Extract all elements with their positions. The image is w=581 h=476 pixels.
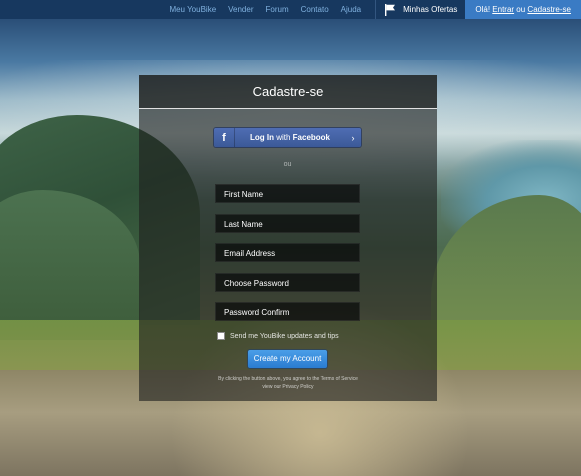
email-field[interactable]: Email Address [215,243,360,262]
login-link[interactable]: Entrar [492,5,514,14]
facebook-icon: f [214,128,235,147]
terms-notice: By clicking the button above, you agree … [159,375,417,391]
facebook-login-label: Log In with Facebook [235,133,345,142]
newsletter-option: Send me YouBike updates and tips [217,332,339,340]
password-field[interactable]: Choose Password [215,273,360,292]
facebook-login-prefix: Log In [249,133,274,142]
welcome-or-text: ou [514,5,528,14]
welcome-text: Olá! [475,5,493,14]
password-confirm-field[interactable]: Password Confirm [215,302,360,321]
nav-link-contato[interactable]: Contato [301,5,329,14]
or-divider: ou [283,161,292,168]
nav-link-forum[interactable]: Forum [266,5,289,14]
newsletter-checkbox[interactable] [217,332,225,340]
signup-title: Cadastre-se [139,75,437,109]
nav-link-meu-youbike[interactable]: Meu YouBike [169,5,216,14]
top-navigation: Meu YouBike Vender Forum Contato Ajuda M… [0,0,581,19]
first-name-field[interactable]: First Name [215,184,360,203]
create-account-button[interactable]: Create my Account [248,350,327,368]
terms-line-1: By clicking the button above, you agree … [218,376,358,382]
my-offers-label: Minhas Ofertas [403,5,458,14]
facebook-brand: Facebook [292,133,330,142]
signup-link[interactable]: Cadastre-se [527,5,571,14]
nav-divider [375,0,377,19]
last-name-field[interactable]: Last Name [215,214,360,233]
newsletter-label: Send me YouBike updates and tips [230,332,339,340]
nav-link-ajuda[interactable]: Ajuda [341,5,361,14]
chevron-right-icon: › [351,132,355,143]
terms-line-2: view our Privacy Policy [262,384,314,390]
welcome-box: Olá! Entrar ou Cadastre-se [465,0,581,19]
facebook-login-button[interactable]: f Log In with Facebook › [214,128,361,147]
signup-panel: Cadastre-se f Log In with Facebook › ou … [139,75,437,401]
nav-link-vender[interactable]: Vender [228,5,253,14]
my-offers-link[interactable]: Minhas Ofertas [380,3,465,16]
flag-icon [385,3,396,16]
facebook-login-middle: with [273,133,293,142]
